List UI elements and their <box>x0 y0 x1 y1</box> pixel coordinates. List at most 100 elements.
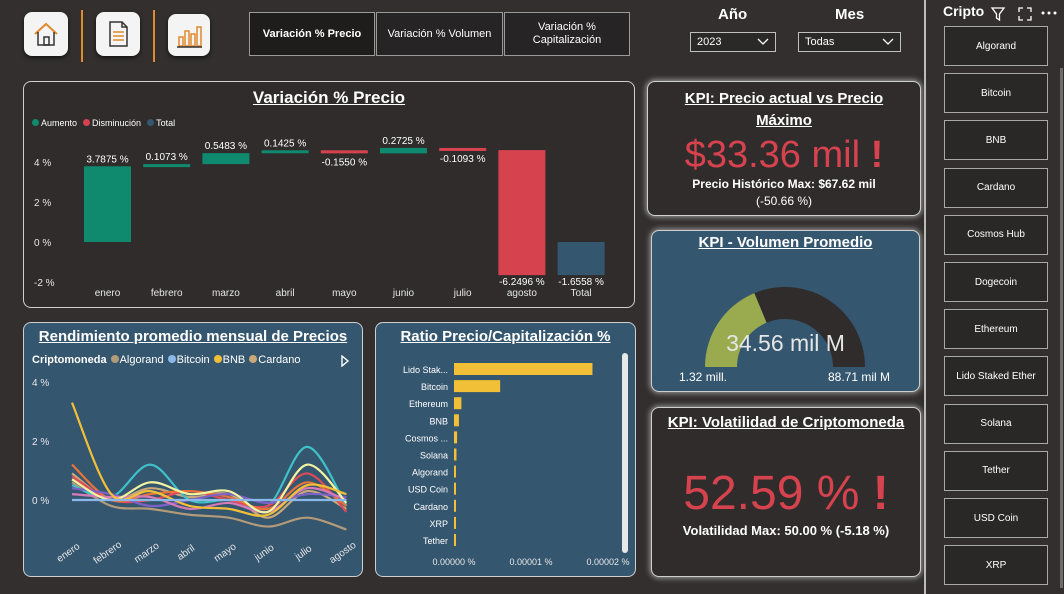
tab-label: Variación % Volumen <box>387 27 492 40</box>
more-options-icon[interactable] <box>1040 10 1058 16</box>
x-tick-label: marzo <box>212 288 240 299</box>
tab-variacion-precio[interactable]: Variación % Precio <box>249 12 375 56</box>
x-tick-label: abril <box>276 288 295 299</box>
slicer-item[interactable]: USD Coin <box>944 498 1048 538</box>
x-tick-label: agosto <box>328 540 359 566</box>
tab-label: Variación % Capitalización <box>532 21 602 46</box>
category-label: Ethereum <box>409 399 448 409</box>
ratio-panel: Ratio Precio/Capitalización % Lido Stak.… <box>375 322 636 577</box>
category-label: Solana <box>420 451 448 461</box>
slicer-item-label: Dogecoin <box>974 276 1018 288</box>
chevron-down-icon <box>757 38 769 45</box>
data-label: -6.2496 % <box>499 277 545 288</box>
kpi-volatility-title: KPI: Volatilidad de Criptomoneda <box>667 414 905 431</box>
slicer-scrollbar[interactable] <box>1060 68 1063 588</box>
slicer-item[interactable]: Dogecoin <box>944 262 1048 302</box>
tab-label: Variación % Precio <box>262 27 362 40</box>
category-label: XRP <box>429 519 448 529</box>
x-tick-label: mayo <box>212 541 239 564</box>
slicer-item-label: XRP <box>985 559 1007 571</box>
x-tick-label: 0.00002 % <box>586 557 629 567</box>
ratio-bar <box>454 534 456 546</box>
home-button[interactable] <box>24 12 68 56</box>
y-tick-label: 0 % <box>34 238 51 249</box>
x-tick-label: abril <box>175 543 197 563</box>
alert-icon: ! <box>872 467 889 520</box>
slicer-item[interactable]: Cardano <box>944 167 1048 208</box>
slicer-item-label: Algorand <box>975 40 1017 52</box>
tab-variacion-volumen[interactable]: Variación % Volumen <box>376 12 503 56</box>
slicer-item[interactable]: Cosmos Hub <box>944 214 1048 255</box>
slicer-item[interactable]: Lido Staked Ether <box>944 356 1048 397</box>
data-label: -1.6558 % <box>558 277 604 288</box>
category-label: USD Coin <box>408 485 448 495</box>
chevron-down-icon <box>882 38 894 45</box>
y-tick-label: 2 % <box>34 198 51 209</box>
kpi-price-value: $33.36 mil <box>684 134 861 176</box>
x-tick-label: enero <box>95 288 121 299</box>
slicer-item-label: Cardano <box>976 182 1016 194</box>
year-filter-label: Año <box>718 6 748 23</box>
gauge-min-label: 1.32 mill. <box>679 370 728 384</box>
slicer-item[interactable]: Algorand <box>944 26 1048 66</box>
x-tick-label: junio <box>252 542 277 564</box>
kpi-volatility-value-row: 52.59 % ! <box>652 466 920 521</box>
filter-icon[interactable] <box>990 6 1006 22</box>
waterfall-bar <box>320 150 368 154</box>
x-tick-label: agosto <box>507 288 537 299</box>
chart-button[interactable] <box>168 14 210 56</box>
slicer-item[interactable]: Bitcoin <box>944 73 1048 114</box>
year-select[interactable]: 2023 <box>690 32 776 52</box>
ratio-bar <box>454 465 456 478</box>
waterfall-panel: Variación % Precio Aumento Disminución T… <box>23 81 635 308</box>
slicer-item[interactable]: BNB <box>944 120 1048 161</box>
kpi-volume-panel: KPI - Volumen Promedio 34.56 mil M 1.32 … <box>651 230 920 392</box>
month-filter-label: Mes <box>835 6 865 23</box>
slicer-item[interactable]: Solana <box>944 403 1048 444</box>
report-button[interactable] <box>96 12 140 56</box>
x-tick-label: julio <box>453 288 472 299</box>
x-tick-label: 0.00000 % <box>432 557 475 567</box>
kpi-volume-value: 34.56 mil M <box>726 330 845 356</box>
kpi-price-panel: KPI: Precio actual vs Precio Máximo $33.… <box>647 81 921 216</box>
kpi-volatility-panel: KPI: Volatilidad de Criptomoneda 52.59 %… <box>651 407 921 577</box>
slicer-item[interactable]: Tether <box>944 450 1048 491</box>
kpi-volatility-max: Volatilidad Max: 50.00 % (-5.18 %) <box>682 523 890 538</box>
kpi-price-max: Precio Histórico Max: $67.62 mil <box>692 177 876 191</box>
waterfall-bar <box>557 242 605 276</box>
data-label: 0.5483 % <box>205 141 247 152</box>
ratio-bar <box>454 363 593 375</box>
x-tick-label: febrero <box>92 539 125 566</box>
y-tick-label: -2 % <box>34 278 55 289</box>
month-select-value: Todas <box>805 36 835 48</box>
document-icon <box>109 21 128 47</box>
slicer-item-label: Bitcoin <box>980 87 1011 99</box>
slicer-item-label: Solana <box>980 418 1012 430</box>
slicer-item[interactable]: Ethereum <box>944 309 1048 350</box>
ratio-bar <box>454 482 456 495</box>
waterfall-bar <box>498 150 546 276</box>
data-label: 0.1073 % <box>146 152 188 163</box>
category-label: Lido Stak... <box>403 365 448 375</box>
waterfall-bar <box>380 147 427 154</box>
slicer-item-label: USD Coin <box>973 512 1019 524</box>
month-select[interactable]: Todas <box>798 32 901 52</box>
x-tick-label: junio <box>392 288 415 299</box>
slicer-item-label: BNB <box>985 134 1007 146</box>
category-label: Cardano <box>413 502 448 512</box>
alert-icon: ! <box>870 134 884 176</box>
kpi-price-title-line1: KPI: Precio actual vs Precio <box>684 90 884 107</box>
category-label: Cosmos ... <box>405 433 448 443</box>
line-chart: 4 % 2 % 0 % enero febrero marzo abril mayo junio… <box>32 378 359 567</box>
ratio-chart: Lido Stak... Bitcoin Ethereum BNB Cosmos ...… <box>403 363 630 567</box>
focus-mode-icon[interactable] <box>1018 7 1032 21</box>
ratio-scrollbar[interactable] <box>622 353 628 553</box>
year-select-value: 2023 <box>697 36 722 48</box>
y-tick-label: 4 % <box>34 158 51 169</box>
slicer-item[interactable]: XRP <box>944 545 1048 586</box>
kpi-price-title-line2: Máximo <box>756 112 812 129</box>
waterfall-bar <box>439 147 487 151</box>
kpi-price-value-row: $33.36 mil ! <box>648 134 920 177</box>
tab-variacion-capitalizacion[interactable]: Variación % Capitalización <box>504 12 630 56</box>
kpi-price-pct: (-50.66 %) <box>755 194 813 208</box>
